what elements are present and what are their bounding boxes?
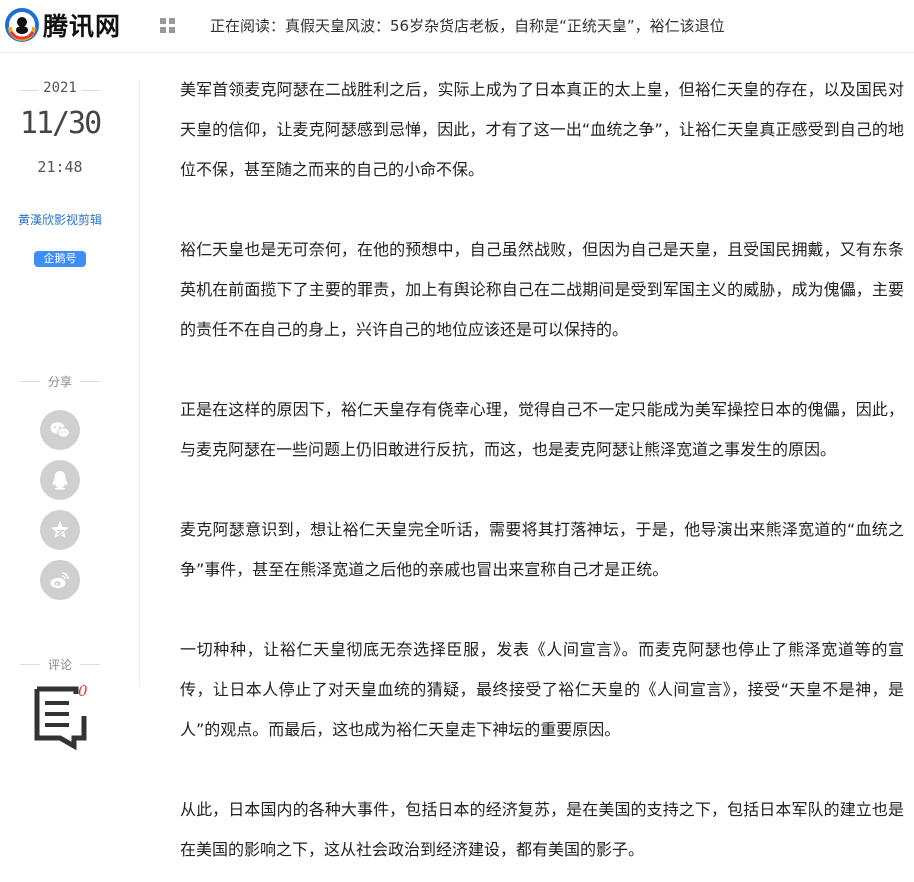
- logo-text: 腾讯网: [43, 12, 122, 41]
- article-paragraph: 从此，日本国内的各种大事件，包括日本的经济复苏，是在美国的支持之下，包括日本军队…: [180, 800, 904, 859]
- now-reading-bar: 正在阅读：真假天皇风波：56岁杂货店老板，自称是“正统天皇”，裕仁该退位: [210, 15, 725, 36]
- share-wechat-button[interactable]: [40, 410, 80, 450]
- article-paragraph: 麦克阿瑟意识到，想让裕仁天皇完全听话，需要将其打落神坛，于是，他导演出来熊泽宽道…: [180, 520, 904, 579]
- app-grid-icon[interactable]: [160, 18, 175, 33]
- penguin-account-badge[interactable]: 企鹅号: [34, 251, 86, 267]
- comment-label-text: 评论: [47, 658, 72, 672]
- article-paragraph: 正是在这样的原因下，裕仁天皇存有侥幸心理，觉得自己不一定只能成为美军操控日本的傀…: [180, 400, 904, 459]
- tencent-logo-icon: [5, 8, 39, 42]
- author-link[interactable]: 黄漢欣影视剪辑: [18, 212, 102, 229]
- article-paragraph: 美军首领麦克阿瑟在二战胜利之后，实际上成为了日本真正的太上皇，但裕仁天皇的存在，…: [180, 80, 904, 179]
- comment-count[interactable]: 0: [78, 682, 88, 700]
- share-section-label: 分享: [20, 373, 100, 390]
- now-reading-title[interactable]: 真假天皇风波：56岁杂货店老板，自称是“正统天皇”，裕仁该退位: [285, 17, 725, 35]
- comment-section-label: 评论: [20, 656, 100, 673]
- wechat-icon: [50, 422, 70, 438]
- share-qzone-button[interactable]: [40, 510, 80, 550]
- share-weibo-button[interactable]: [40, 560, 80, 600]
- article-paragraph: 裕仁天皇也是无可奈何，在他的预想中，自己虽然战败，但因为自己是天皇，且受国民拥戴…: [180, 240, 904, 339]
- tencent-logo[interactable]: 腾讯网: [5, 5, 141, 45]
- weibo-icon: [50, 572, 69, 588]
- top-header: 腾讯网 正在阅读：真假天皇风波：56岁杂货店老板，自称是“正统天皇”，裕仁该退位: [0, 0, 914, 53]
- qq-icon: [52, 471, 68, 490]
- publish-year: 2021: [43, 80, 77, 96]
- publish-time: 21:48: [37, 158, 83, 176]
- left-sidebar: 2021 11/30 21:48 黄漢欣影视剪辑 企鹅号 分享 评论 0: [0, 52, 140, 882]
- share-label-text: 分享: [47, 375, 72, 389]
- article-body: 美军首领麦克阿瑟在二战胜利之后，实际上成为了日本真正的太上皇，但裕仁天皇的存在，…: [180, 70, 904, 882]
- page: 腾讯网 正在阅读：真假天皇风波：56岁杂货店老板，自称是“正统天皇”，裕仁该退位…: [0, 0, 914, 882]
- qzone-star-icon: [51, 521, 69, 538]
- publish-date: 11/30: [19, 106, 102, 141]
- article-paragraph: 一切种种，让裕仁天皇彻底无奈选择臣服，发表《人间宣言》。而麦克阿瑟也停止了熊泽宽…: [180, 640, 904, 739]
- sidebar-divider: [139, 80, 140, 685]
- now-reading-label: 正在阅读：: [210, 17, 286, 35]
- share-qq-button[interactable]: [40, 460, 80, 500]
